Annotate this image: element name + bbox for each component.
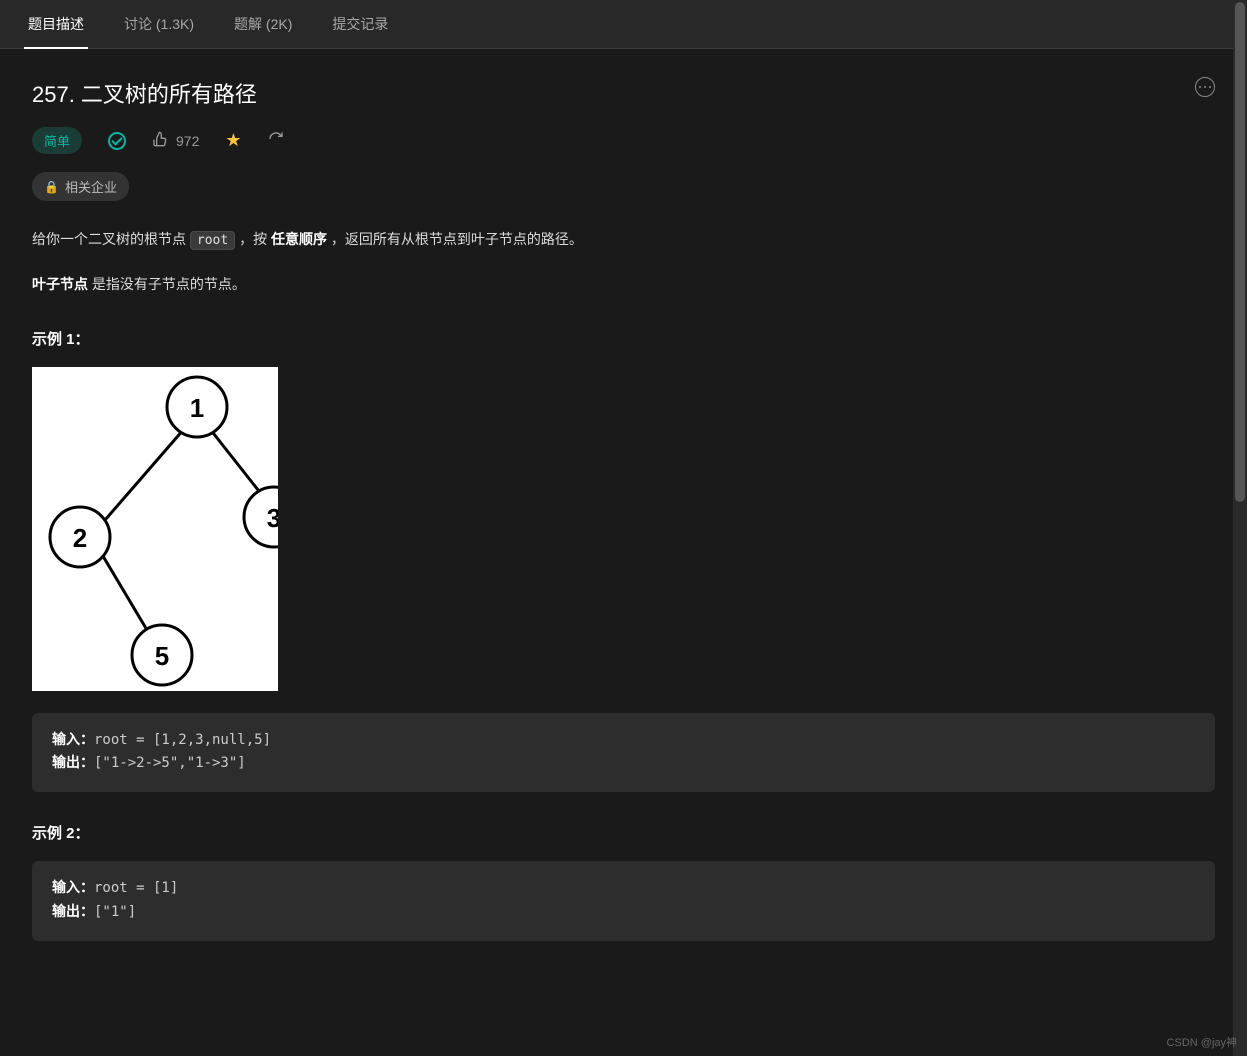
svg-text:5: 5 [155,641,169,671]
svg-text:1: 1 [190,393,204,423]
company-tag-button[interactable]: 🔒 相关企业 [32,172,129,201]
example2-heading: 示例 2： [32,822,1215,843]
meta-row: 简单 972 ★ [32,127,1215,154]
tab-bar: 题目描述 讨论 (1.3K) 题解 (2K) 提交记录 [0,0,1247,49]
problem-content: 257. 二叉树的所有路径 简单 972 ★ 🔒 相关企业 给你一个二叉树的根节… [0,49,1247,979]
example1-heading: 示例 1： [32,328,1215,349]
watermark: CSDN @jay神 [1167,1034,1237,1050]
tab-description[interactable]: 题目描述 [24,0,88,48]
tab-submissions[interactable]: 提交记录 [328,0,392,48]
difficulty-badge: 简单 [32,127,82,154]
solved-check-icon [108,132,126,150]
tab-solutions[interactable]: 题解 (2K) [230,0,296,48]
scrollbar-thumb[interactable] [1235,2,1245,502]
more-icon[interactable] [1195,77,1215,97]
example1-tree-diagram: 1 2 3 5 [32,367,278,691]
company-tag-label: 相关企业 [65,177,117,196]
star-icon[interactable]: ★ [225,130,241,151]
like-button[interactable]: 972 [152,131,199,150]
example2-code: 输入：root = [1] 输出：["1"] [32,861,1215,941]
svg-text:2: 2 [73,523,87,553]
like-count: 972 [176,133,199,149]
thumb-up-icon [152,131,168,150]
example1-code: 输入：root = [1,2,3,null,5] 输出：["1->2->5","… [32,713,1215,793]
scrollbar-track[interactable] [1233,0,1247,1056]
problem-title: 257. 二叉树的所有路径 [32,77,257,109]
lock-icon: 🔒 [44,180,59,194]
svg-text:3: 3 [267,503,278,533]
problem-description: 给你一个二叉树的根节点 root ，按 任意顺序 ，返回所有从根节点到叶子节点的… [32,227,1215,298]
tab-discussion[interactable]: 讨论 (1.3K) [120,0,198,48]
inline-code-root: root [190,231,235,250]
share-icon[interactable] [268,131,284,150]
